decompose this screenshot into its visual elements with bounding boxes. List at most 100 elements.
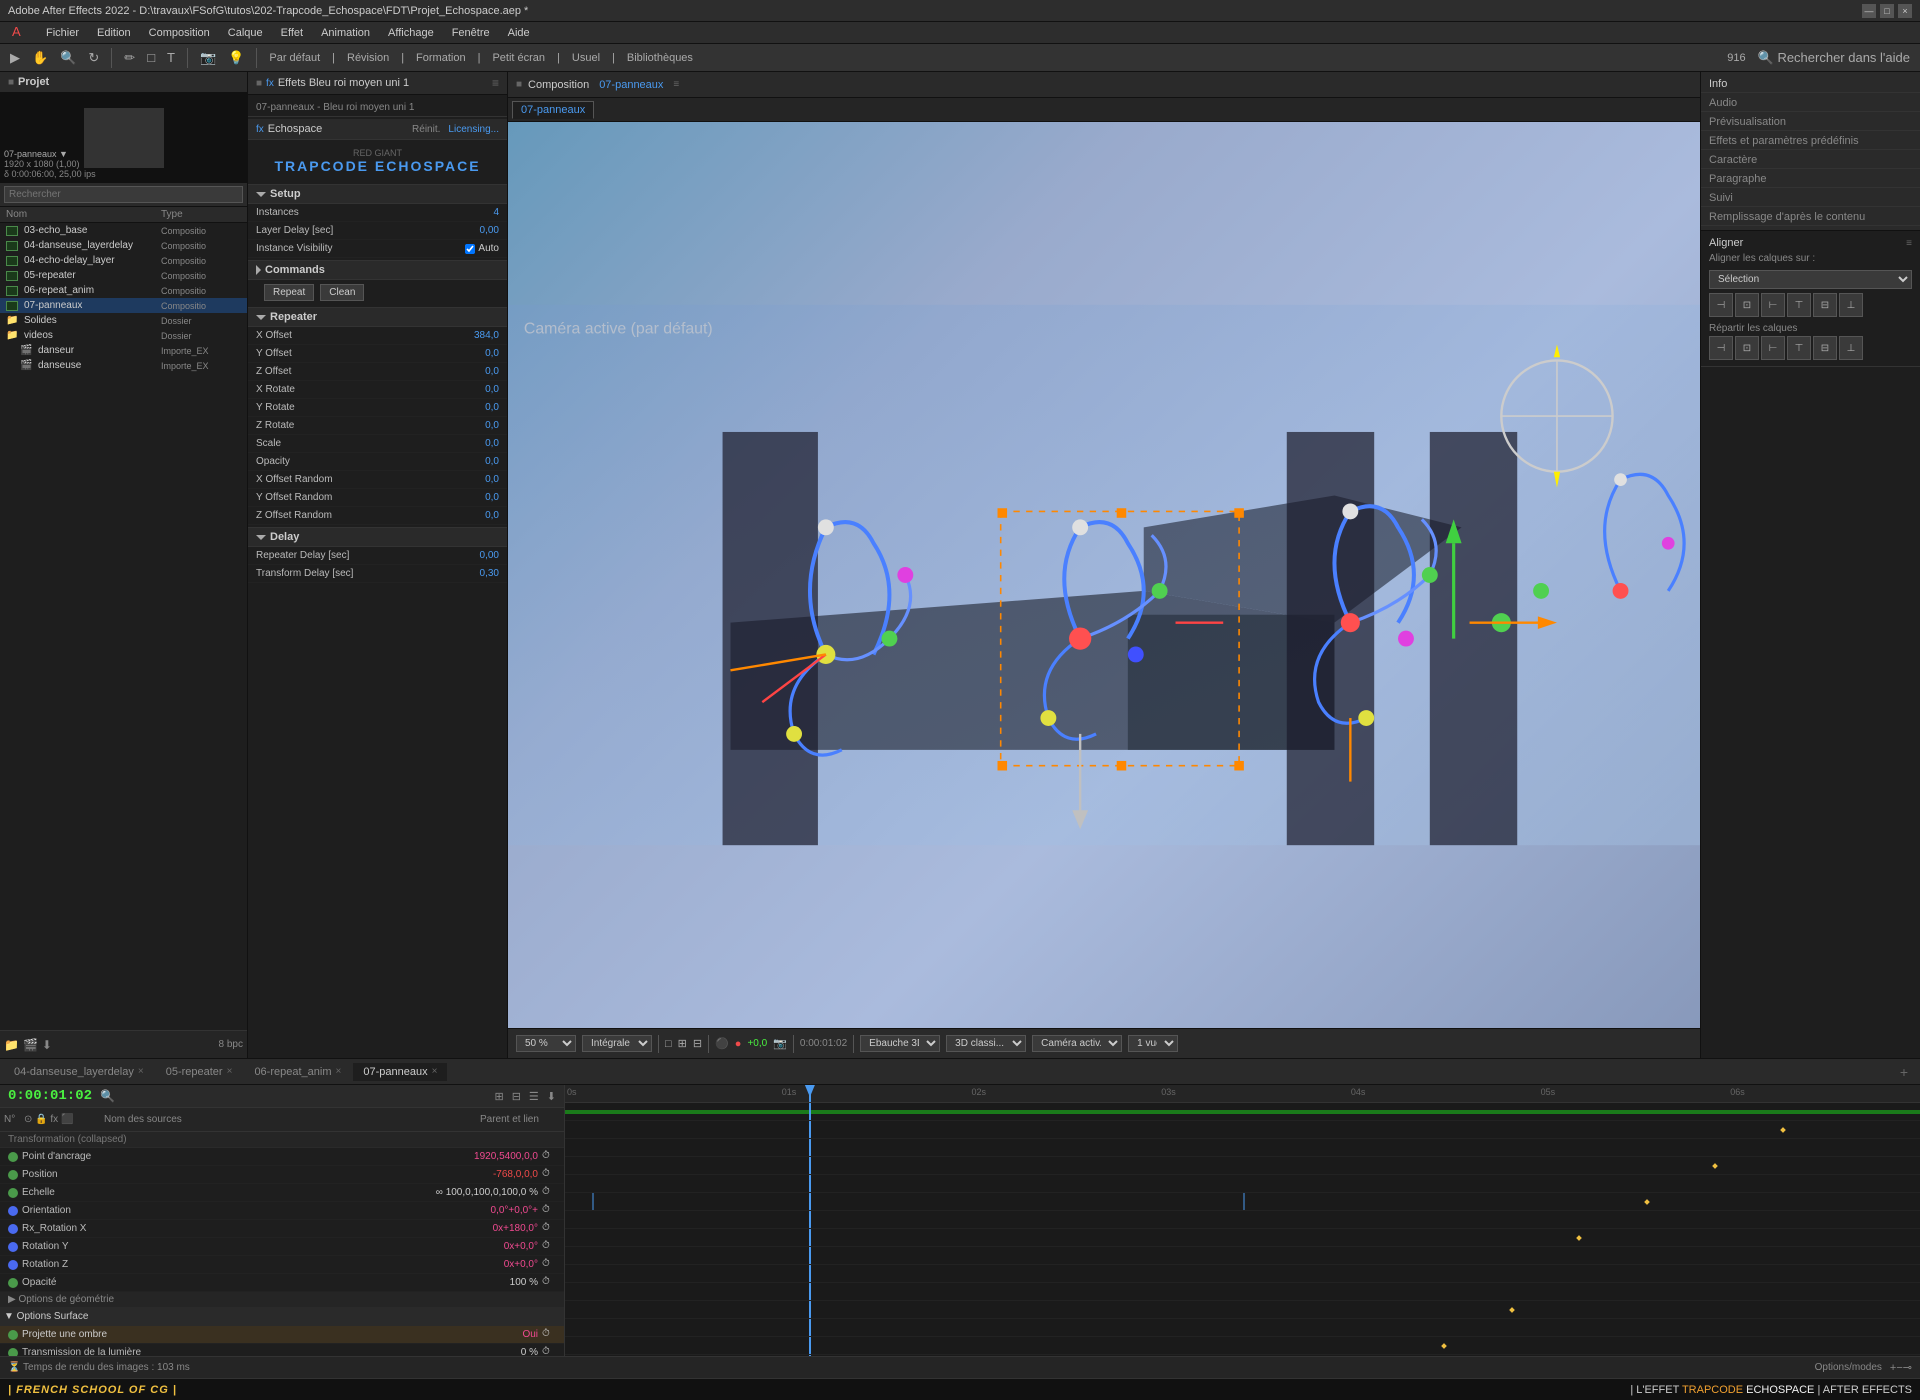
y-rotate-value[interactable]: 0,0 xyxy=(485,402,499,413)
project-item-selected[interactable]: 07-panneaux Compositio xyxy=(0,298,247,313)
menu-effet[interactable]: Effet xyxy=(273,25,311,41)
opacity-stopwatch[interactable]: ⏱ xyxy=(542,1276,556,1290)
geometry-options-label[interactable]: ▶ Options de géométrie xyxy=(0,1292,564,1308)
minimize-button[interactable]: — xyxy=(1862,4,1876,18)
anchor-point-value[interactable]: 1920,5400,0,0 xyxy=(474,1151,538,1162)
x-rotate-value[interactable]: 0,0 xyxy=(485,384,499,395)
toggle-alpha[interactable]: ● xyxy=(735,1038,742,1050)
toggle-transparency[interactable]: ⚫ xyxy=(715,1037,729,1050)
align-top-btn[interactable]: ⊤ xyxy=(1787,293,1811,317)
tool-shape[interactable]: □ xyxy=(143,48,159,67)
project-item[interactable]: 05-repeater Compositio xyxy=(0,268,247,283)
z-rotate-value[interactable]: 0,0 xyxy=(485,420,499,431)
new-folder-button[interactable]: 📁 xyxy=(4,1038,19,1052)
tool-rotate[interactable]: ↻ xyxy=(84,48,103,68)
new-comp-button[interactable]: 🎬 xyxy=(23,1038,38,1052)
licensing-btn[interactable]: Licensing... xyxy=(448,124,499,135)
surface-options-section[interactable]: ▼ Options Surface xyxy=(0,1308,564,1326)
align-options-icon[interactable]: ≡ xyxy=(1906,238,1912,249)
timeline-tool-3[interactable]: ☰ xyxy=(529,1090,539,1103)
lt-stopwatch[interactable]: ⏱ xyxy=(542,1346,556,1357)
pos-stopwatch[interactable]: ⏱ xyxy=(542,1168,556,1182)
z-offset-random-value[interactable]: 0,0 xyxy=(485,510,499,521)
setup-header[interactable]: Setup xyxy=(248,184,507,204)
tab-04-close[interactable]: × xyxy=(138,1066,144,1077)
paragraphe-tab[interactable]: Paragraphe xyxy=(1701,171,1920,188)
stopwatch-icon-orient[interactable] xyxy=(8,1206,18,1216)
repeater-delay-value[interactable]: 0,00 xyxy=(480,550,499,561)
tool-camera[interactable]: 📷 xyxy=(196,48,220,68)
transform-delay-value[interactable]: 0,30 xyxy=(480,568,499,579)
stopwatch-icon-rz[interactable] xyxy=(8,1260,18,1270)
workspace-revision[interactable]: Révision xyxy=(343,52,393,64)
tool-select[interactable]: ▶ xyxy=(6,48,24,68)
y-offset-value[interactable]: 0,0 xyxy=(485,348,499,359)
distribute-left-btn[interactable]: ⊣ xyxy=(1709,336,1733,360)
tool-zoom[interactable]: 🔍 xyxy=(56,48,80,68)
tool-text[interactable]: T xyxy=(163,48,179,67)
distribute-right-btn[interactable]: ⊢ xyxy=(1761,336,1785,360)
options-modes-label[interactable]: Options/modes xyxy=(1815,1362,1882,1373)
project-item[interactable]: 03-echo_base Compositio xyxy=(0,223,247,238)
timeline-tab-04[interactable]: 04-danseuse_layerdelay × xyxy=(4,1063,154,1081)
project-item[interactable]: 🎬 danseur Importe_EX xyxy=(0,343,247,358)
workspace-bibliotheques[interactable]: Bibliothèques xyxy=(623,52,697,64)
previsualisation-tab[interactable]: Prévisualisation xyxy=(1701,114,1920,131)
menu-fichier[interactable]: Fichier xyxy=(38,25,87,41)
clean-button[interactable]: Clean xyxy=(320,284,364,301)
view-toggle-1[interactable]: □ xyxy=(665,1038,672,1050)
project-search-input[interactable] xyxy=(4,186,243,203)
menu-composition[interactable]: Composition xyxy=(141,25,218,41)
add-comp-btn[interactable]: + xyxy=(1892,1064,1916,1080)
scale-stopwatch[interactable]: ⏱ xyxy=(542,1186,556,1200)
timeline-tab-07[interactable]: 07-panneaux × xyxy=(353,1063,447,1081)
timeline-tool-4[interactable]: ⬇ xyxy=(547,1090,556,1103)
workspace-usuel[interactable]: Usuel xyxy=(568,52,604,64)
rx-stopwatch[interactable]: ⏱ xyxy=(542,1222,556,1236)
view-toggle-3[interactable]: ⊟ xyxy=(693,1037,702,1050)
viewer-panel-options[interactable]: ≡ xyxy=(673,79,679,90)
scale-value[interactable]: 0,0 xyxy=(485,438,499,449)
align-left-btn[interactable]: ⊣ xyxy=(1709,293,1733,317)
view-count-select[interactable]: 1 vue xyxy=(1128,1035,1178,1052)
tool-light[interactable]: 💡 xyxy=(224,48,248,68)
ry-stopwatch[interactable]: ⏱ xyxy=(542,1240,556,1254)
stopwatch-icon-opacity[interactable] xyxy=(8,1278,18,1288)
snapshot-btn[interactable]: 📷 xyxy=(773,1037,787,1050)
menu-affichage[interactable]: Affichage xyxy=(380,25,442,41)
current-time[interactable]: 0:00:01:02 xyxy=(8,1088,92,1104)
repeater-header[interactable]: Repeater xyxy=(248,307,507,327)
distribute-center-v-btn[interactable]: ⊟ xyxy=(1813,336,1837,360)
timeline-tab-05[interactable]: 05-repeater × xyxy=(156,1063,243,1081)
opacity-value[interactable]: 0,0 xyxy=(485,456,499,467)
resolution-select[interactable]: Intégrale xyxy=(582,1035,652,1052)
align-bottom-btn[interactable]: ⊥ xyxy=(1839,293,1863,317)
distribute-bottom-btn[interactable]: ⊥ xyxy=(1839,336,1863,360)
playhead[interactable] xyxy=(809,1085,811,1102)
menu-adobe[interactable]: A xyxy=(4,21,36,44)
mode-3d-select[interactable]: 3D classi... xyxy=(946,1035,1026,1052)
timeline-home[interactable]: ⊸ xyxy=(1903,1361,1912,1374)
search-button[interactable]: 🔍 Rechercher dans l'aide xyxy=(1754,48,1914,68)
maximize-button[interactable]: □ xyxy=(1880,4,1894,18)
shadow-cast-value[interactable]: Oui xyxy=(522,1329,538,1340)
timeline-tool-1[interactable]: ⊞ xyxy=(494,1090,503,1103)
y-offset-random-value[interactable]: 0,0 xyxy=(485,492,499,503)
tab-06-close[interactable]: × xyxy=(336,1066,342,1077)
menu-aide[interactable]: Aide xyxy=(500,25,538,41)
menu-fenetre[interactable]: Fenêtre xyxy=(444,25,498,41)
rotation-x-value[interactable]: 0x+180,0° xyxy=(493,1223,538,1234)
rz-stopwatch[interactable]: ⏱ xyxy=(542,1258,556,1272)
suivi-tab[interactable]: Suivi xyxy=(1701,190,1920,207)
close-button[interactable]: × xyxy=(1898,4,1912,18)
zoom-select[interactable]: 50 % xyxy=(516,1035,576,1052)
menu-edition[interactable]: Edition xyxy=(89,25,139,41)
x-offset-value[interactable]: 384,0 xyxy=(474,330,499,341)
project-item[interactable]: 04-echo-delay_layer Compositio xyxy=(0,253,247,268)
align-center-v-btn[interactable]: ⊟ xyxy=(1813,293,1837,317)
distribute-center-h-btn[interactable]: ⊡ xyxy=(1735,336,1759,360)
shadow-stopwatch[interactable]: ⏱ xyxy=(542,1328,556,1342)
project-item[interactable]: 📁 Solides Dossier xyxy=(0,313,247,328)
instances-value[interactable]: 4 xyxy=(493,207,499,218)
delay-header[interactable]: Delay xyxy=(248,527,507,547)
